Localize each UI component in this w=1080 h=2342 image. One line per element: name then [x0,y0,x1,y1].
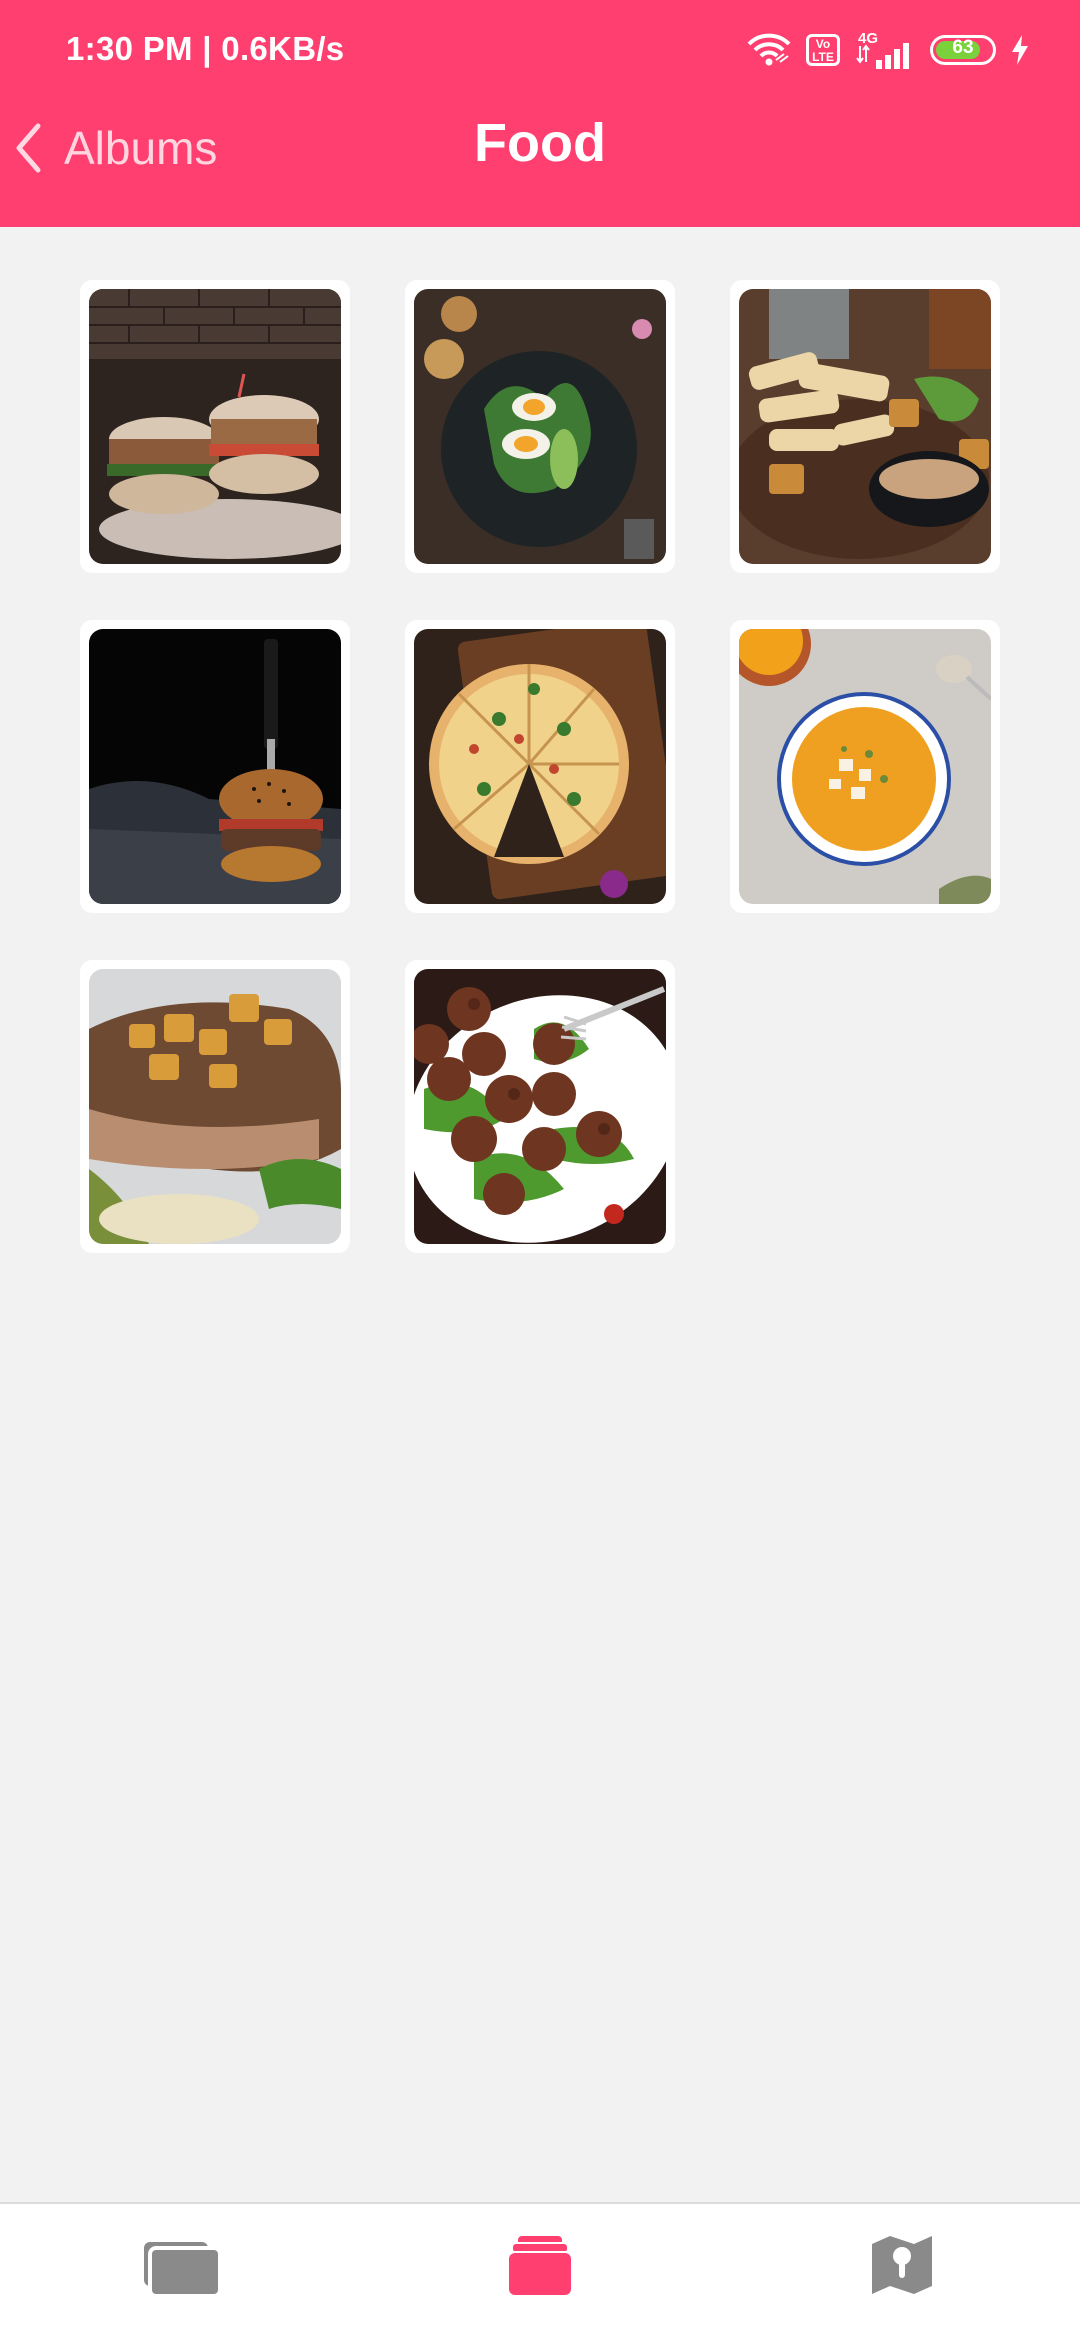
places-tab[interactable] [852,2230,952,2300]
map-pin-icon [872,2236,932,2294]
albums-icon [507,2236,573,2297]
photo-tile[interactable] [80,960,350,1253]
wifi-icon [747,33,791,66]
volte-icon: Vo LTE [806,34,840,66]
photo-tile[interactable] [405,280,675,573]
photos-tab[interactable] [132,2230,232,2300]
status-icons: Vo LTE 4G 63 [746,28,1030,72]
photo-grilled-platter [739,289,991,564]
photo-pumpkin-soup [739,629,991,904]
albums-tab[interactable] [490,2230,590,2300]
charging-icon [1012,35,1028,65]
photo-burgers-pair [89,289,341,564]
photo-tile[interactable] [730,280,1000,573]
photo-tile[interactable] [80,280,350,573]
status-time: 1:30 PM | 0.6KB/s [66,30,345,67]
battery-icon: 63 [930,35,996,65]
app-header: 1:30 PM | 0.6KB/s Vo LTE 4G 63 Albums Fo… [0,0,1080,227]
status-bar: 1:30 PM | 0.6KB/s Vo LTE 4G 63 [0,0,1080,100]
signal-icon: 4G [854,30,916,70]
photo-tile[interactable] [405,620,675,913]
photo-knife-burger [89,629,341,904]
page-title: Food [474,113,606,173]
photo-tile[interactable] [80,620,350,913]
photos-stack-icon [144,2242,222,2298]
photo-pork-chop [89,969,341,1244]
photo-tile[interactable] [730,620,1000,913]
photo-tile[interactable] [405,960,675,1253]
photo-meatballs [414,969,666,1244]
photo-egg-salad [414,289,666,564]
photo-pizza [414,629,666,904]
bottom-tab-bar [0,2202,1080,2342]
battery-level: 63 [952,37,974,58]
